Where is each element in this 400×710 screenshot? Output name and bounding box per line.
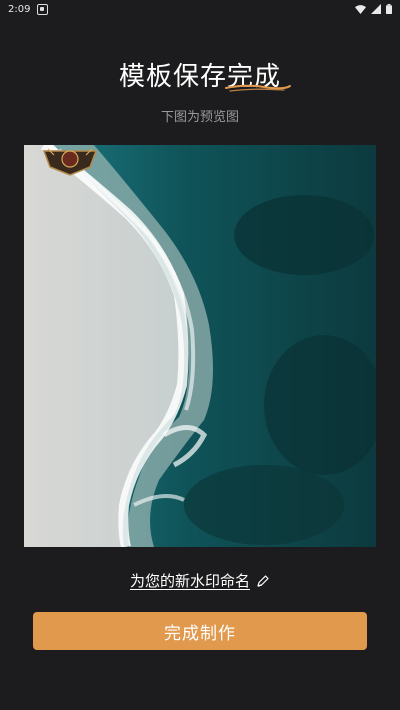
rename-watermark-link[interactable]: 为您的新水印命名 bbox=[0, 570, 400, 591]
status-left: 2:09 bbox=[8, 3, 49, 15]
page-subtitle: 下图为预览图 bbox=[160, 110, 239, 125]
rename-watermark-label: 为您的新水印命名 bbox=[129, 572, 250, 590]
beach-aerial-image bbox=[24, 145, 376, 547]
status-bar: 2:09 bbox=[0, 0, 400, 18]
notification-icon bbox=[37, 3, 49, 15]
wifi-icon bbox=[355, 4, 366, 14]
signal-icon bbox=[371, 4, 381, 14]
battery-icon bbox=[386, 4, 392, 14]
edit-pencil-icon bbox=[257, 574, 269, 587]
page-title: 模板保存完成 bbox=[118, 62, 281, 92]
title-underline-decoration bbox=[225, 84, 291, 92]
finish-button[interactable]: 完成制作 bbox=[33, 612, 367, 650]
status-right bbox=[355, 4, 392, 14]
status-time: 2:09 bbox=[8, 3, 31, 15]
preview-image bbox=[24, 145, 376, 547]
